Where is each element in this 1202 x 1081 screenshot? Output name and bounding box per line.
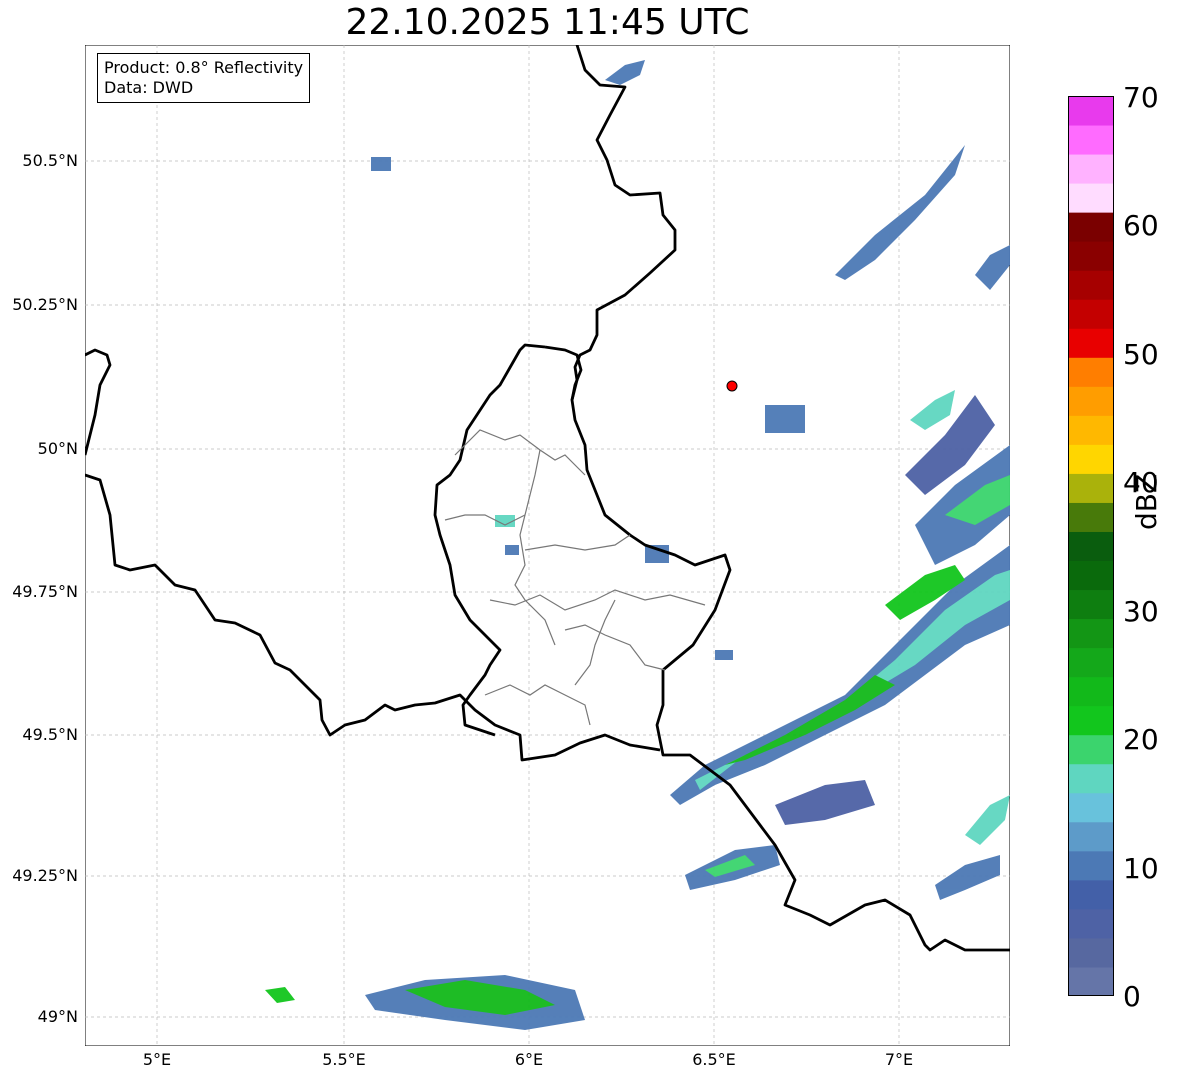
lat-label: 49.75°N — [12, 582, 78, 601]
colorbar-segment — [1068, 821, 1114, 852]
lon-label: 7°E — [884, 1050, 914, 1069]
data-source-text: Data: DWD — [104, 78, 194, 97]
lat-label: 49°N — [37, 1007, 78, 1026]
radar-site-marker — [726, 380, 738, 392]
lat-label: 50.5°N — [22, 151, 78, 170]
colorbar-segment — [1068, 212, 1114, 242]
colorbar-segment — [1068, 676, 1114, 707]
colorbar-segment — [1068, 850, 1114, 881]
lat-label: 49.25°N — [12, 866, 78, 885]
colorbar — [1068, 96, 1114, 996]
colorbar-segment — [1068, 444, 1114, 474]
colorbar-segment — [1068, 125, 1114, 155]
colorbar-segment — [1068, 937, 1114, 968]
lat-label: 50°N — [37, 439, 78, 458]
colorbar-tick: 10 — [1123, 852, 1159, 885]
product-text: Product: 0.8° Reflectivity — [104, 58, 304, 77]
colorbar-label: dBZ — [1130, 473, 1163, 530]
lon-label: 5°E — [142, 1050, 172, 1069]
product-info-box: Product: 0.8° Reflectivity Data: DWD — [97, 53, 311, 103]
colorbar-segment — [1068, 328, 1114, 358]
colorbar-segment — [1068, 589, 1114, 620]
colorbar-segment — [1068, 386, 1114, 416]
colorbar-segment — [1068, 763, 1114, 794]
colorbar-segment — [1068, 879, 1114, 910]
colorbar-segment — [1068, 966, 1114, 996]
colorbar-segment — [1068, 560, 1114, 591]
map-title: 22.10.2025 11:45 UTC — [345, 2, 750, 43]
colorbar-segment — [1068, 618, 1114, 649]
lat-label: 50.25°N — [12, 295, 78, 314]
colorbar-tick: 60 — [1123, 209, 1159, 242]
colorbar-tick: 50 — [1123, 338, 1159, 371]
colorbar-segment — [1068, 299, 1114, 329]
colorbar-tick: 20 — [1123, 723, 1159, 756]
colorbar-segment — [1068, 154, 1114, 184]
colorbar-segment — [1068, 531, 1114, 562]
radar-map — [85, 45, 1010, 1046]
colorbar-tick: 30 — [1123, 595, 1159, 628]
colorbar-segment — [1068, 734, 1114, 765]
colorbar-segment — [1068, 705, 1114, 736]
colorbar-segment — [1068, 357, 1114, 387]
colorbar-segment — [1068, 502, 1114, 532]
colorbar-tick: 70 — [1123, 81, 1159, 114]
colorbar-segment — [1068, 270, 1114, 300]
lat-label: 49.5°N — [22, 725, 78, 744]
colorbar-segment — [1068, 908, 1114, 939]
colorbar-tick: 0 — [1123, 980, 1141, 1013]
lon-label: 6.5°E — [692, 1050, 736, 1069]
colorbar-segment — [1068, 241, 1114, 271]
colorbar-segment — [1068, 96, 1114, 126]
lon-label: 6°E — [514, 1050, 544, 1069]
lon-label: 5.5°E — [322, 1050, 366, 1069]
colorbar-segment — [1068, 183, 1114, 213]
colorbar-segment — [1068, 473, 1114, 503]
colorbar-segment — [1068, 792, 1114, 823]
colorbar-segment — [1068, 415, 1114, 445]
colorbar-segment — [1068, 647, 1114, 678]
